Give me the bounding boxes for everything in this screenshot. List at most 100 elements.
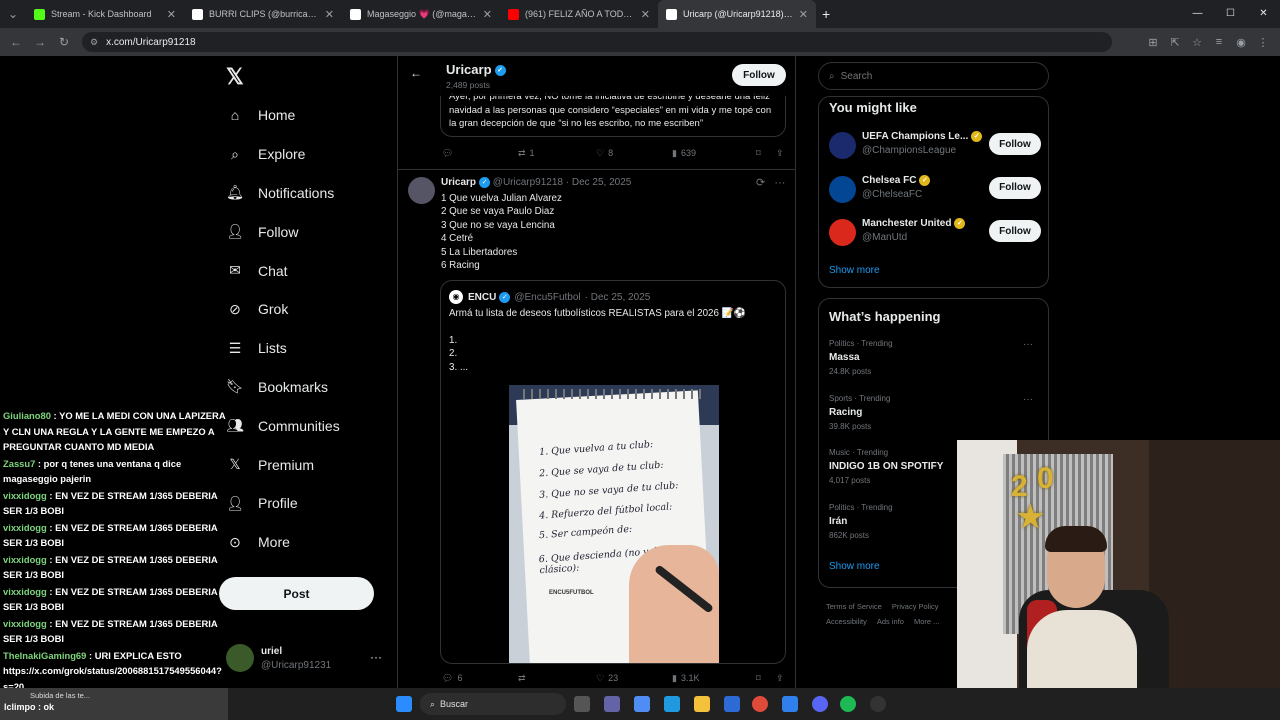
tab-2[interactable]: BURRI CLIPS (@burricarp) | TikTok ✕ [184, 0, 342, 28]
bookmark-star-icon[interactable]: ☆ [1186, 36, 1208, 49]
sidebar-item-lists[interactable]: ☰ Lists [218, 329, 388, 368]
tweet-avatar[interactable] [408, 177, 435, 204]
tweet-date[interactable]: · Dec 25, 2025 [566, 177, 632, 188]
search-input[interactable] [840, 70, 1021, 82]
obs-icon[interactable] [870, 696, 886, 712]
translate-icon[interactable]: ⊞ [1142, 36, 1164, 49]
sidebar-item-label: More [258, 534, 290, 551]
footer-link[interactable]: Accessibility [826, 617, 867, 626]
suggestion-item[interactable]: UEFA Champions Le... ✓ @ChampionsLeague Fol… [829, 129, 1041, 165]
discord-icon[interactable] [812, 696, 828, 712]
tab-search-icon[interactable]: ⌄ [0, 7, 26, 21]
tab-4[interactable]: (961) FELIZ AÑO A TODOS🍋🥂 ✕ [500, 0, 658, 28]
tab-close-icon[interactable]: ✕ [641, 8, 650, 21]
reply-button[interactable]: 💬︎ 6 [442, 673, 518, 684]
file-explorer-icon[interactable] [694, 696, 710, 712]
tab-1[interactable]: Stream - Kick Dashboard ✕ [26, 0, 184, 28]
bookmark-icon[interactable]: ⌑ [756, 673, 776, 684]
tab-close-icon[interactable]: ✕ [483, 8, 492, 21]
repost-button[interactable]: ⇄ 1 [518, 148, 596, 159]
maximize-icon[interactable]: ☐ [1214, 0, 1247, 28]
sidebar-item-bookmarks[interactable]: 🔖︎ Bookmarks [218, 368, 388, 407]
grok-icon[interactable]: ⟳ [756, 177, 765, 189]
store-icon[interactable] [724, 696, 740, 712]
copilot-icon[interactable] [634, 696, 650, 712]
minimize-icon[interactable]: — [1181, 0, 1214, 28]
account-switcher[interactable]: uriel @Uricarp91231 ··· [226, 644, 386, 680]
sidebar-item-more[interactable]: ⊙ More [218, 523, 388, 562]
menu-icon[interactable]: ⋮ [1252, 36, 1274, 49]
windows-start-icon[interactable] [396, 696, 412, 712]
profile-follow-button[interactable]: Follow [732, 64, 786, 86]
sidebar-item-explore[interactable]: ⌕ Explore [218, 135, 388, 174]
sidebar-item-notifications[interactable]: 🔔︎ Notifications [218, 174, 388, 213]
reply-icon[interactable]: 💬︎ [442, 148, 518, 159]
tab-close-icon[interactable]: ✕ [325, 8, 334, 21]
show-more-link[interactable]: Show more [829, 561, 880, 572]
suggestion-item[interactable]: Manchester United ✓ @ManUtd Follow [829, 216, 1041, 252]
back-arrow-icon[interactable]: ← [410, 66, 422, 80]
reload-icon[interactable]: ↻ [52, 35, 76, 49]
url-field[interactable]: ⚙ x.com/Uricarp91218 [82, 32, 1112, 52]
footer-link[interactable]: Privacy Policy [892, 602, 939, 611]
new-tab-button[interactable]: + [822, 6, 830, 22]
footer-link[interactable]: Ads info [877, 617, 904, 626]
taskbar-search-label: Buscar [440, 699, 469, 709]
tab-3[interactable]: Magaseggio 💗 (@magaseggio) ✕ [342, 0, 500, 28]
notepad-image[interactable]: 1. Que vuelva a tu club: 2. Que se vaya d… [509, 385, 719, 663]
sidebar-item-profile[interactable]: 👤︎ Profile [218, 484, 388, 523]
app-icon[interactable] [782, 696, 798, 712]
footer-link[interactable]: More ... [914, 617, 939, 626]
post-button[interactable]: Post [219, 577, 374, 610]
sidebar-item-follow[interactable]: 👤︎ Follow [218, 212, 388, 251]
media-icon[interactable]: ≡ [1208, 36, 1230, 49]
taskbar-search[interactable]: ⌕ Buscar [420, 693, 566, 715]
more-options-icon[interactable]: ··· [774, 177, 785, 189]
trend-more-icon[interactable]: ··· [1023, 339, 1033, 350]
bookmark-icon[interactable]: ⌑ [756, 148, 776, 159]
views-button[interactable]: ▮ 3.1K [672, 673, 756, 684]
share-icon[interactable]: ⇪ [776, 148, 784, 159]
sidebar-item-chat[interactable]: ✉ Chat [218, 251, 388, 290]
quoted-post-card[interactable]: ◉ ENCU ✓ @Encu5Futbol · Dec 25, 2025 Armá… [440, 280, 786, 664]
footer-link[interactable]: Terms of Service [826, 602, 882, 611]
trend-item[interactable]: Politics · Trending Massa 24.8K posts ··· [829, 339, 1041, 383]
back-icon[interactable]: ← [4, 35, 28, 49]
tab-close-icon[interactable]: ✕ [799, 8, 808, 21]
sidebar-item-communities[interactable]: 👥︎ Communities [218, 406, 388, 445]
follow-button[interactable]: Follow [989, 220, 1041, 242]
spotify-icon[interactable] [840, 696, 856, 712]
chrome-icon[interactable] [752, 696, 768, 712]
repost-button[interactable]: ⇄ [518, 673, 596, 684]
sidebar-item-label: Chat [258, 262, 288, 279]
search-box[interactable]: ⌕ [818, 62, 1049, 90]
sidebar-item-label: Premium [258, 456, 315, 473]
account-more-icon[interactable]: ··· [370, 650, 382, 664]
profile-icon[interactable]: ◉ [1230, 36, 1252, 49]
share-icon[interactable]: ⇪ [776, 673, 784, 684]
views-button[interactable]: ▮ 639 [672, 148, 756, 159]
install-icon[interactable]: ⇱ [1164, 36, 1186, 49]
site-info-icon[interactable]: ⚙ [90, 37, 98, 48]
show-more-link[interactable]: Show more [829, 265, 880, 276]
x-logo-icon[interactable]: 𝕏 [226, 64, 244, 90]
forward-icon[interactable]: → [28, 35, 52, 49]
follow-button[interactable]: Follow [989, 176, 1041, 199]
teams-icon[interactable] [604, 696, 620, 712]
follow-button[interactable]: Follow [989, 133, 1041, 155]
edge-icon[interactable] [664, 696, 680, 712]
tweet-handle[interactable]: @Uricarp91218 [493, 177, 563, 188]
suggestion-item[interactable]: Chelsea FC ✓ @ChelseaFC Follow [829, 173, 1041, 209]
tweet-author-name[interactable]: Uricarp [441, 177, 476, 188]
like-button[interactable]: ♡ 23 [596, 673, 672, 684]
task-view-icon[interactable] [574, 696, 590, 712]
trend-more-icon[interactable]: ··· [1023, 394, 1033, 405]
close-window-icon[interactable]: ✕ [1247, 0, 1280, 28]
sidebar-item-grok[interactable]: ⊘ Grok [218, 290, 388, 329]
tab-close-icon[interactable]: ✕ [167, 8, 176, 21]
sidebar-item-home[interactable]: ⌂ Home [218, 96, 388, 135]
sidebar-item-premium[interactable]: 𝕏 Premium [218, 445, 388, 484]
tab-5[interactable]: Uricarp (@Uricarp91218) / X ✕ [658, 0, 816, 28]
trend-item[interactable]: Sports · Trending Racing 39.8K posts ··· [829, 394, 1041, 438]
like-button[interactable]: ♡ 8 [596, 148, 672, 159]
